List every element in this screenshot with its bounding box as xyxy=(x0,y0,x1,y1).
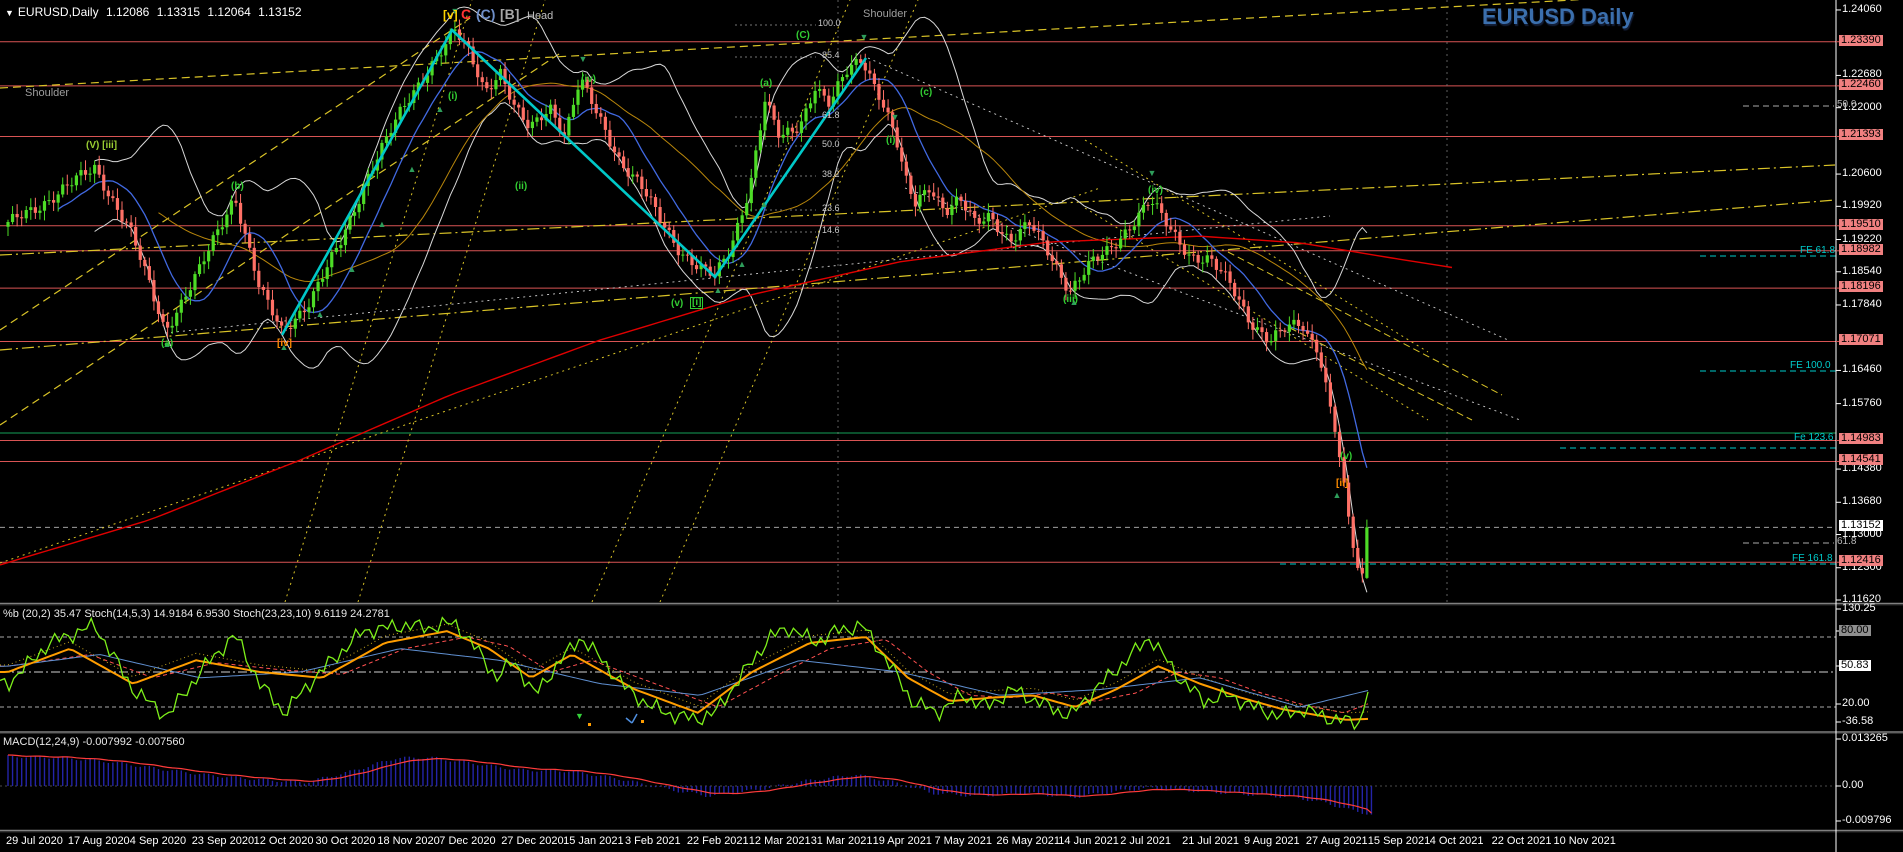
up-arrow-icon: ▲ xyxy=(348,264,357,274)
down-arrow-icon: ▼ xyxy=(579,54,588,64)
stoch-mark-icon: ▼ xyxy=(575,711,584,721)
mt4-chart-window: ▲ ▲ ▲ ▲ ▲ ▲ ▲ ▲ ▲ ▲ ▲ ▲ ▼ ▼ ▼ ▼ ▼ ▼ ▼ EURUSD,Daily 1.12086… xyxy=(0,0,1903,852)
up-arrow-icon: ▲ xyxy=(714,285,723,295)
chart-canvas[interactable]: ▲ ▲ ▲ ▲ ▲ ▲ ▲ ▲ ▲ ▲ ▲ ▲ ▼ ▼ ▼ ▼ ▼ ▼ xyxy=(0,0,1903,852)
up-arrow-icon: ▲ xyxy=(436,104,445,114)
up-arrow-icon: ▲ xyxy=(280,342,289,352)
main-chart-area: ▲ ▲ ▲ ▲ ▲ ▲ ▲ ▲ ▲ ▲ ▲ ▲ ▼ ▼ ▼ ▼ ▼ xyxy=(0,0,1836,602)
up-arrow-icon: ▲ xyxy=(378,219,387,229)
chart-watermark: EURUSD Daily xyxy=(1482,4,1634,30)
ohlc-close: 1.13152 xyxy=(258,5,301,19)
symbol-title-bar[interactable]: ▼ EURUSD,Daily 1.12086 1.13315 1.12064 1.… xyxy=(5,5,306,19)
ohlc-open: 1.12086 xyxy=(106,5,149,19)
down-arrow-icon: ▼ xyxy=(1148,168,1157,178)
up-arrow-icon: ▲ xyxy=(1070,297,1079,307)
symbol-dropdown-icon[interactable]: ▼ xyxy=(5,8,14,18)
macd-panel-label: MACD(12,24,9) -0.007992 -0.007560 xyxy=(3,736,185,748)
symbol-name: EURUSD,Daily xyxy=(18,5,99,19)
macd-area xyxy=(0,755,1836,815)
ohlc-high: 1.13315 xyxy=(157,5,200,19)
up-arrow-icon: ▲ xyxy=(163,339,172,349)
up-arrow-icon: ▲ xyxy=(408,164,417,174)
down-arrow-icon: ▼ xyxy=(451,6,460,16)
up-arrow-icon: ▲ xyxy=(760,199,769,209)
down-arrow-icon: ▼ xyxy=(891,112,900,122)
up-arrow-icon: ▲ xyxy=(738,259,747,269)
up-arrow-icon: ▲ xyxy=(1333,490,1342,500)
ohlc-low: 1.12064 xyxy=(207,5,250,19)
up-arrow-icon: ▲ xyxy=(316,309,325,319)
stochastic-panel-label: %b (20,2) 35.47 Stoch(14,5,3) 14.9184 6.… xyxy=(3,608,390,620)
down-arrow-icon: ▼ xyxy=(860,32,869,42)
stochastic-area: ▼ xyxy=(0,618,1836,729)
